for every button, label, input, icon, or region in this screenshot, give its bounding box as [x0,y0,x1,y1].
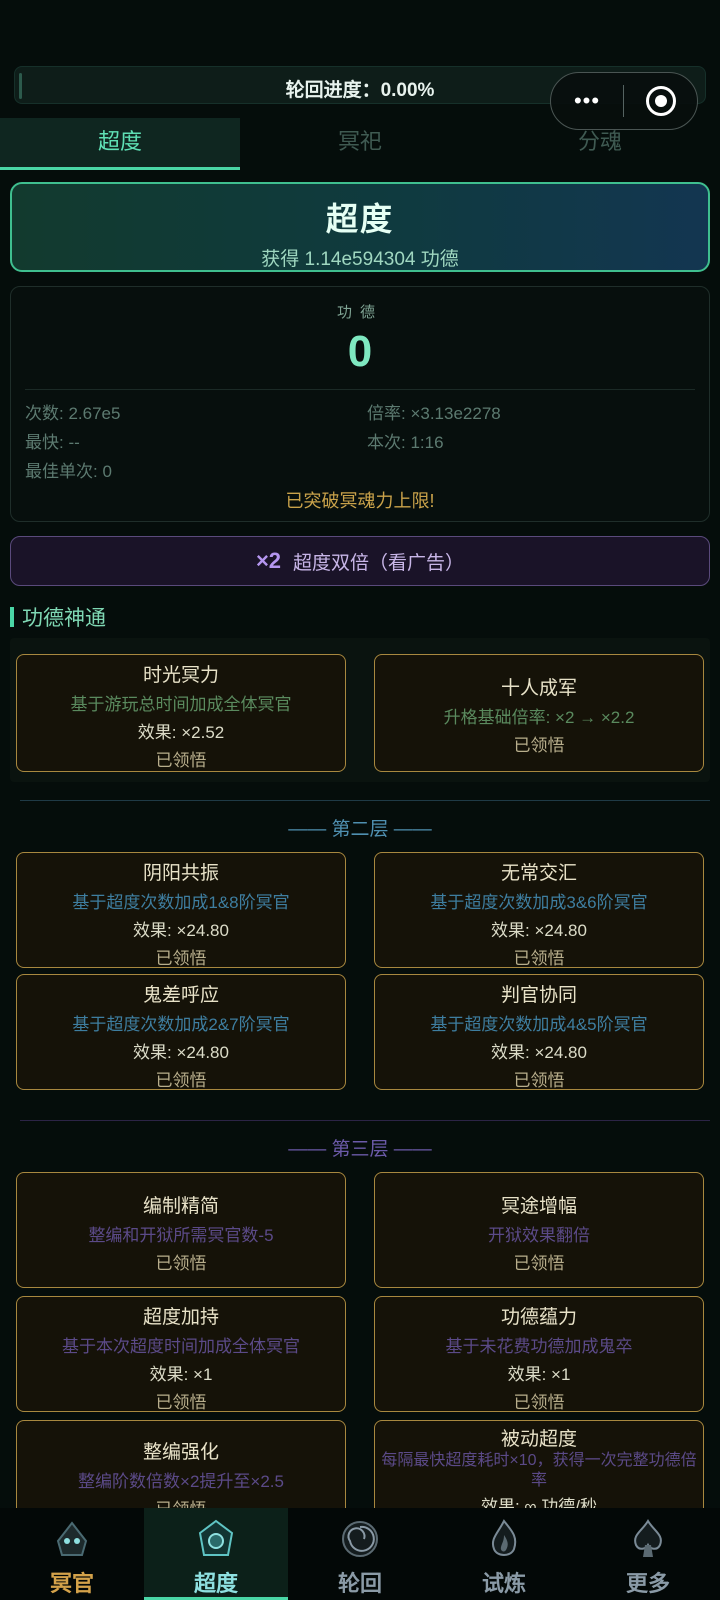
nav-label: 超度 [193,1571,238,1596]
chaodu-button[interactable]: 超度 获得 1.14e594304 功德 [10,182,710,272]
nav-item-lunhui[interactable]: 轮回 [288,1508,432,1600]
skill-desc: 基于超度次数加成1&8阶冥官 [72,893,290,912]
skill-effect: 效果: ×1 [149,1365,213,1384]
skill-status: 已领悟 [513,1254,565,1273]
chaodu-reward: 获得 1.14e594304 功德 [261,249,459,270]
skill-name: 编制精简 [142,1196,219,1217]
skill-card[interactable]: 时光冥力 基于游玩总时间加成全体冥官 效果: ×2.52 已领悟 [16,654,346,772]
skill-name: 判官协同 [500,985,577,1006]
merit-value: 0 [347,327,373,376]
nav-label: 试炼 [481,1571,526,1596]
skill-card[interactable]: 整编强化 整编阶数倍数×2提升至×2.5 已领悟 [16,1420,346,1516]
skill-status: 已领悟 [155,1071,207,1090]
stat-multiplier: 倍率: ×3.13e2278 [367,404,501,423]
skill-card[interactable]: 判官协同 基于超度次数加成4&5阶冥官 效果: ×24.80 已领悟 [374,974,704,1090]
skill-desc: 基于未花费功德加成鬼卒 [445,1337,633,1356]
layer3-title: —— 第三层 —— [288,1139,432,1160]
skill-status: 已领悟 [155,949,207,968]
skill-status: 已领悟 [513,949,565,968]
more-options-button[interactable]: ••• [551,88,623,114]
skill-desc: 基于本次超度时间加成全体冥官 [62,1337,300,1356]
skill-card[interactable]: 阴阳共振 基于超度次数加成1&8阶冥官 效果: ×24.80 已领悟 [16,852,346,968]
skill-desc: 基于超度次数加成4&5阶冥官 [430,1015,648,1034]
skill-status: 已领悟 [155,751,207,770]
skill-card[interactable]: 冥途增幅 开狱效果翻倍 已领悟 [374,1172,704,1288]
skill-status: 已领悟 [513,736,565,755]
layer2-title: —— 第二层 —— [288,819,432,840]
section-title: 功德神通 [10,602,106,632]
merit-panel: 功德 0 次数: 2.67e5 倍率: ×3.13e2278 最快: -- 本次… [10,286,710,522]
skill-desc: 升格基础倍率: ×2 → ×2.2 [443,708,635,727]
layer-divider [20,800,710,801]
nav-item-chaodu[interactable]: 超度 [144,1508,288,1600]
section-marker [10,607,14,627]
skill-name: 时光冥力 [142,665,219,686]
skill-name: 冥途增幅 [500,1196,577,1217]
nav-label: 冥官 [49,1571,94,1596]
double-reward-ad-button[interactable]: ×2 超度双倍（看广告） [10,536,710,586]
skill-effect: 效果: ×24.80 [133,921,229,940]
skill-effect: 效果: ×24.80 [491,1043,587,1062]
lotus-crest-icon [193,1516,239,1562]
double-badge: ×2 [255,548,282,573]
stat-best-single: 最佳单次: 0 [25,462,112,481]
target-icon [645,86,676,116]
skill-card[interactable]: 无常交汇 基于超度次数加成3&6阶冥官 效果: ×24.80 已领悟 [374,852,704,968]
nav-item-shilian[interactable]: 试炼 [432,1508,576,1600]
nav-label: 更多 [625,1571,670,1596]
merit-label: 功德 [336,304,383,321]
skill-status: 已领悟 [513,1071,565,1090]
skill-card[interactable]: 鬼差呼应 基于超度次数加成2&7阶冥官 效果: ×24.80 已领悟 [16,974,346,1090]
skill-name: 功德蕴力 [500,1307,577,1328]
spiral-icon [337,1516,383,1562]
tab-fenhun[interactable]: 分魂 [480,118,720,170]
skill-name: 鬼差呼应 [142,985,219,1006]
skill-name: 超度加持 [142,1307,219,1328]
merit-divider [25,389,695,390]
tab-chaodu[interactable]: 超度 [0,118,240,170]
skill-effect: 效果: ×24.80 [491,921,587,940]
skill-name: 被动超度 [500,1429,577,1450]
tab-mingsi[interactable]: 冥祀 [240,118,480,170]
skill-card[interactable]: 编制精简 整编和开狱所需冥官数-5 已领悟 [16,1172,346,1288]
skill-name: 阴阳共振 [142,863,219,884]
skill-effect: 效果: ×24.80 [133,1043,229,1062]
skill-desc: 整编和开狱所需冥官数-5 [88,1226,274,1245]
ad-label: 超度双倍（看广告） [293,552,465,574]
skill-card[interactable]: 被动超度 每隔最快超度耗时×10，获得一次完整功德倍率 效果: ∞ 功德/秒 [374,1420,704,1516]
skill-name: 整编强化 [142,1442,219,1463]
flame-icon [481,1516,527,1562]
skill-effect: 效果: ×1 [507,1365,571,1384]
skill-status: 已领悟 [513,1393,565,1412]
stat-current: 本次: 1:16 [367,433,444,452]
skill-desc: 开狱效果翻倍 [488,1226,590,1245]
skill-desc: 整编阶数倍数×2提升至×2.5 [78,1472,284,1491]
skill-card[interactable]: 功德蕴力 基于未花费功德加成鬼卒 效果: ×1 已领悟 [374,1296,704,1412]
skill-name: 无常交汇 [500,863,577,884]
nav-item-mingguan[interactable]: 冥官 [0,1508,144,1600]
skill-desc: 基于超度次数加成3&6阶冥官 [430,893,648,912]
skill-card[interactable]: 超度加持 基于本次超度时间加成全体冥官 效果: ×1 已领悟 [16,1296,346,1412]
skill-desc: 基于游玩总时间加成全体冥官 [70,695,292,714]
skill-effect: 效果: ×2.52 [137,723,225,742]
stat-count: 次数: 2.67e5 [25,404,121,423]
nav-item-more[interactable]: 更多 [576,1508,720,1600]
section-title-text: 功德神通 [22,607,106,630]
skill-status: 已领悟 [155,1393,207,1412]
skill-card[interactable]: 十人成军 升格基础倍率: ×2 → ×2.2 已领悟 [374,654,704,772]
limit-note: 已突破冥魂力上限! [285,491,435,511]
skill-desc: 每隔最快超度耗时×10，获得一次完整功德倍率 [381,1452,697,1489]
skill-name: 十人成军 [500,678,577,699]
nav-label: 轮回 [337,1571,382,1596]
ghost-officer-icon [49,1516,95,1562]
top-tabs: 超度 冥祀 分魂 [0,118,720,170]
bottom-nav: 冥官 超度 轮回 试炼 更多 [0,1508,720,1600]
skill-desc: 基于超度次数加成2&7阶冥官 [72,1015,290,1034]
spade-icon [625,1516,671,1562]
layer-divider [20,1120,710,1121]
stat-fastest: 最快: -- [25,433,80,452]
chaodu-title: 超度 [325,201,394,237]
skill-status: 已领悟 [155,1254,207,1273]
close-miniprogram-button[interactable] [624,86,697,116]
